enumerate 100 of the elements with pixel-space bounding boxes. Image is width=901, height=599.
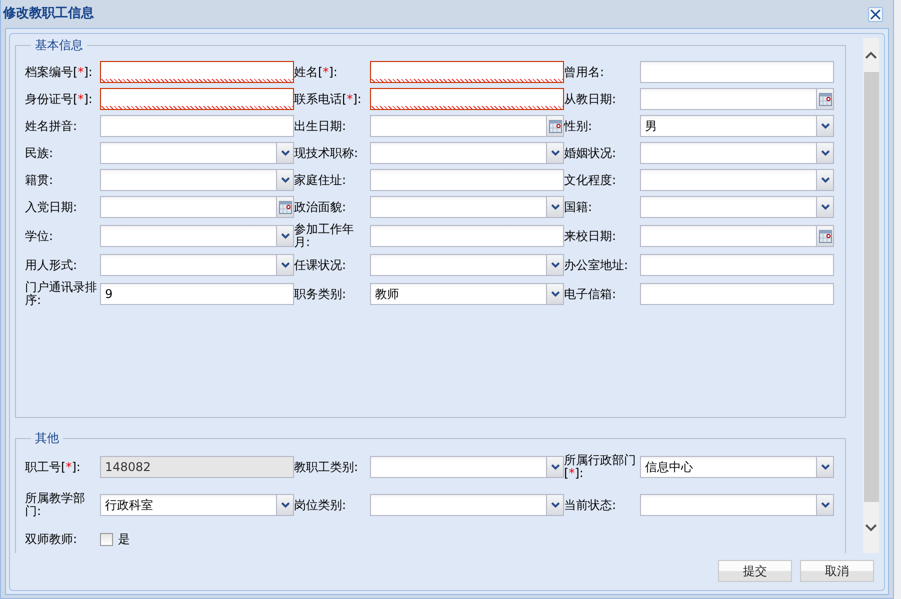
chevron-down-icon xyxy=(820,204,830,210)
dropdown-button[interactable] xyxy=(817,115,834,137)
dropdown-field[interactable] xyxy=(640,142,817,164)
date-field[interactable] xyxy=(640,88,817,110)
calendar-button[interactable] xyxy=(547,115,564,137)
chevron-down-icon xyxy=(820,177,830,183)
calendar-icon xyxy=(548,120,562,132)
dropdown-button[interactable] xyxy=(817,142,834,164)
text-field[interactable] xyxy=(370,169,564,191)
chevron-down-icon xyxy=(280,233,290,239)
dropdown-field[interactable]: 行政科室 xyxy=(100,494,277,516)
dialog-title: 修改教职工信息 xyxy=(3,5,94,24)
field-label: 双师教师: xyxy=(25,532,78,546)
chevron-down-icon xyxy=(820,150,830,156)
field-label: 身份证号[*]: xyxy=(25,92,94,106)
calendar-button[interactable] xyxy=(817,225,834,247)
dropdown-field[interactable] xyxy=(370,254,547,276)
scroll-up-icon[interactable] xyxy=(865,51,877,59)
dropdown-field[interactable] xyxy=(100,254,277,276)
chevron-down-icon xyxy=(820,123,830,129)
dropdown-button[interactable] xyxy=(547,196,564,218)
chevron-down-icon xyxy=(280,502,290,508)
field-label: 任课状况: xyxy=(294,258,348,272)
field-label: 来校日期: xyxy=(564,230,618,242)
field-label: 从教日期: xyxy=(564,92,618,106)
close-button[interactable] xyxy=(868,6,883,22)
field-label: 联系电话[*]: xyxy=(294,92,362,106)
dropdown-button[interactable] xyxy=(277,142,294,164)
text-field[interactable] xyxy=(100,61,294,83)
dropdown-button[interactable] xyxy=(547,494,564,516)
dialog-button[interactable]: 提交 xyxy=(718,560,792,582)
dropdown-button[interactable] xyxy=(817,456,834,478)
checkbox-label[interactable]: 是 xyxy=(118,530,130,548)
dropdown-button[interactable] xyxy=(277,225,294,247)
chevron-down-icon xyxy=(820,502,830,508)
calendar-button[interactable] xyxy=(817,88,834,110)
chevron-down-icon xyxy=(550,204,560,210)
field-label: 姓名拼音: xyxy=(25,120,78,132)
field-label: 所属教学部门: xyxy=(25,492,86,518)
field-label: 籍贯: xyxy=(25,174,54,186)
dropdown-button[interactable] xyxy=(277,494,294,516)
dropdown-button[interactable] xyxy=(277,169,294,191)
field-label: 岗位类别: xyxy=(294,498,348,512)
dropdown-field[interactable] xyxy=(370,456,547,478)
chevron-down-icon xyxy=(550,464,560,470)
text-field[interactable] xyxy=(100,115,294,137)
dropdown-button[interactable] xyxy=(817,494,834,516)
scrollbar-thumb[interactable] xyxy=(864,72,878,502)
text-field[interactable] xyxy=(640,283,834,305)
dropdown-button[interactable] xyxy=(547,254,564,276)
date-field[interactable] xyxy=(100,196,277,218)
text-field[interactable] xyxy=(640,254,834,276)
dropdown-field[interactable] xyxy=(640,196,817,218)
field-label: 婚姻状况: xyxy=(564,146,618,160)
field-label: 姓名[*]: xyxy=(294,66,338,78)
dialog-button[interactable]: 取消 xyxy=(800,560,874,582)
field-label: 政治面貌: xyxy=(294,200,348,214)
text-field[interactable]: 9 xyxy=(100,283,294,305)
field-label: 家庭住址: xyxy=(294,174,348,186)
calendar-button[interactable] xyxy=(277,196,294,218)
dropdown-field[interactable] xyxy=(640,494,817,516)
scrollbar[interactable] xyxy=(863,38,879,553)
chevron-down-icon xyxy=(550,262,560,268)
date-field[interactable] xyxy=(370,115,547,137)
text-field[interactable] xyxy=(100,88,294,110)
dropdown-button[interactable] xyxy=(817,169,834,191)
text-field[interactable] xyxy=(370,61,564,83)
dropdown-field[interactable] xyxy=(370,494,547,516)
text-field[interactable] xyxy=(370,88,564,110)
chevron-down-icon xyxy=(280,177,290,183)
text-field[interactable] xyxy=(640,61,834,83)
checkbox[interactable] xyxy=(100,532,113,546)
dropdown-field[interactable]: 信息中心 xyxy=(640,456,817,478)
field-label: 入党日期: xyxy=(25,200,78,214)
dropdown-field[interactable] xyxy=(370,196,547,218)
field-label: 办公室地址: xyxy=(564,258,630,272)
field-label: 职工号[*]: xyxy=(25,460,82,474)
dropdown-field[interactable] xyxy=(370,142,547,164)
field-label: 所属行政部门[*]: xyxy=(564,454,636,480)
section-legend: 基本信息 xyxy=(31,38,87,52)
field-label: 门户通讯录排序: xyxy=(25,281,97,307)
field-label: 职务类别: xyxy=(294,288,348,300)
dropdown-button[interactable] xyxy=(817,196,834,218)
dropdown-field[interactable]: 男 xyxy=(640,115,817,137)
scroll-down-icon[interactable] xyxy=(865,524,877,532)
chevron-down-icon xyxy=(280,262,290,268)
field-label: 参加工作年月: xyxy=(294,223,355,249)
dropdown-field[interactable] xyxy=(100,142,277,164)
dropdown-button[interactable] xyxy=(547,283,564,305)
text-field[interactable]: 148082 xyxy=(100,456,294,478)
dropdown-button[interactable] xyxy=(277,254,294,276)
date-field[interactable] xyxy=(640,225,817,247)
dropdown-field[interactable]: 教师 xyxy=(370,283,547,305)
dropdown-button[interactable] xyxy=(547,456,564,478)
dropdown-field[interactable] xyxy=(640,169,817,191)
dropdown-field[interactable] xyxy=(100,225,277,247)
text-field[interactable] xyxy=(370,225,564,247)
dropdown-field[interactable] xyxy=(100,169,277,191)
dropdown-button[interactable] xyxy=(547,142,564,164)
calendar-icon xyxy=(818,92,832,106)
